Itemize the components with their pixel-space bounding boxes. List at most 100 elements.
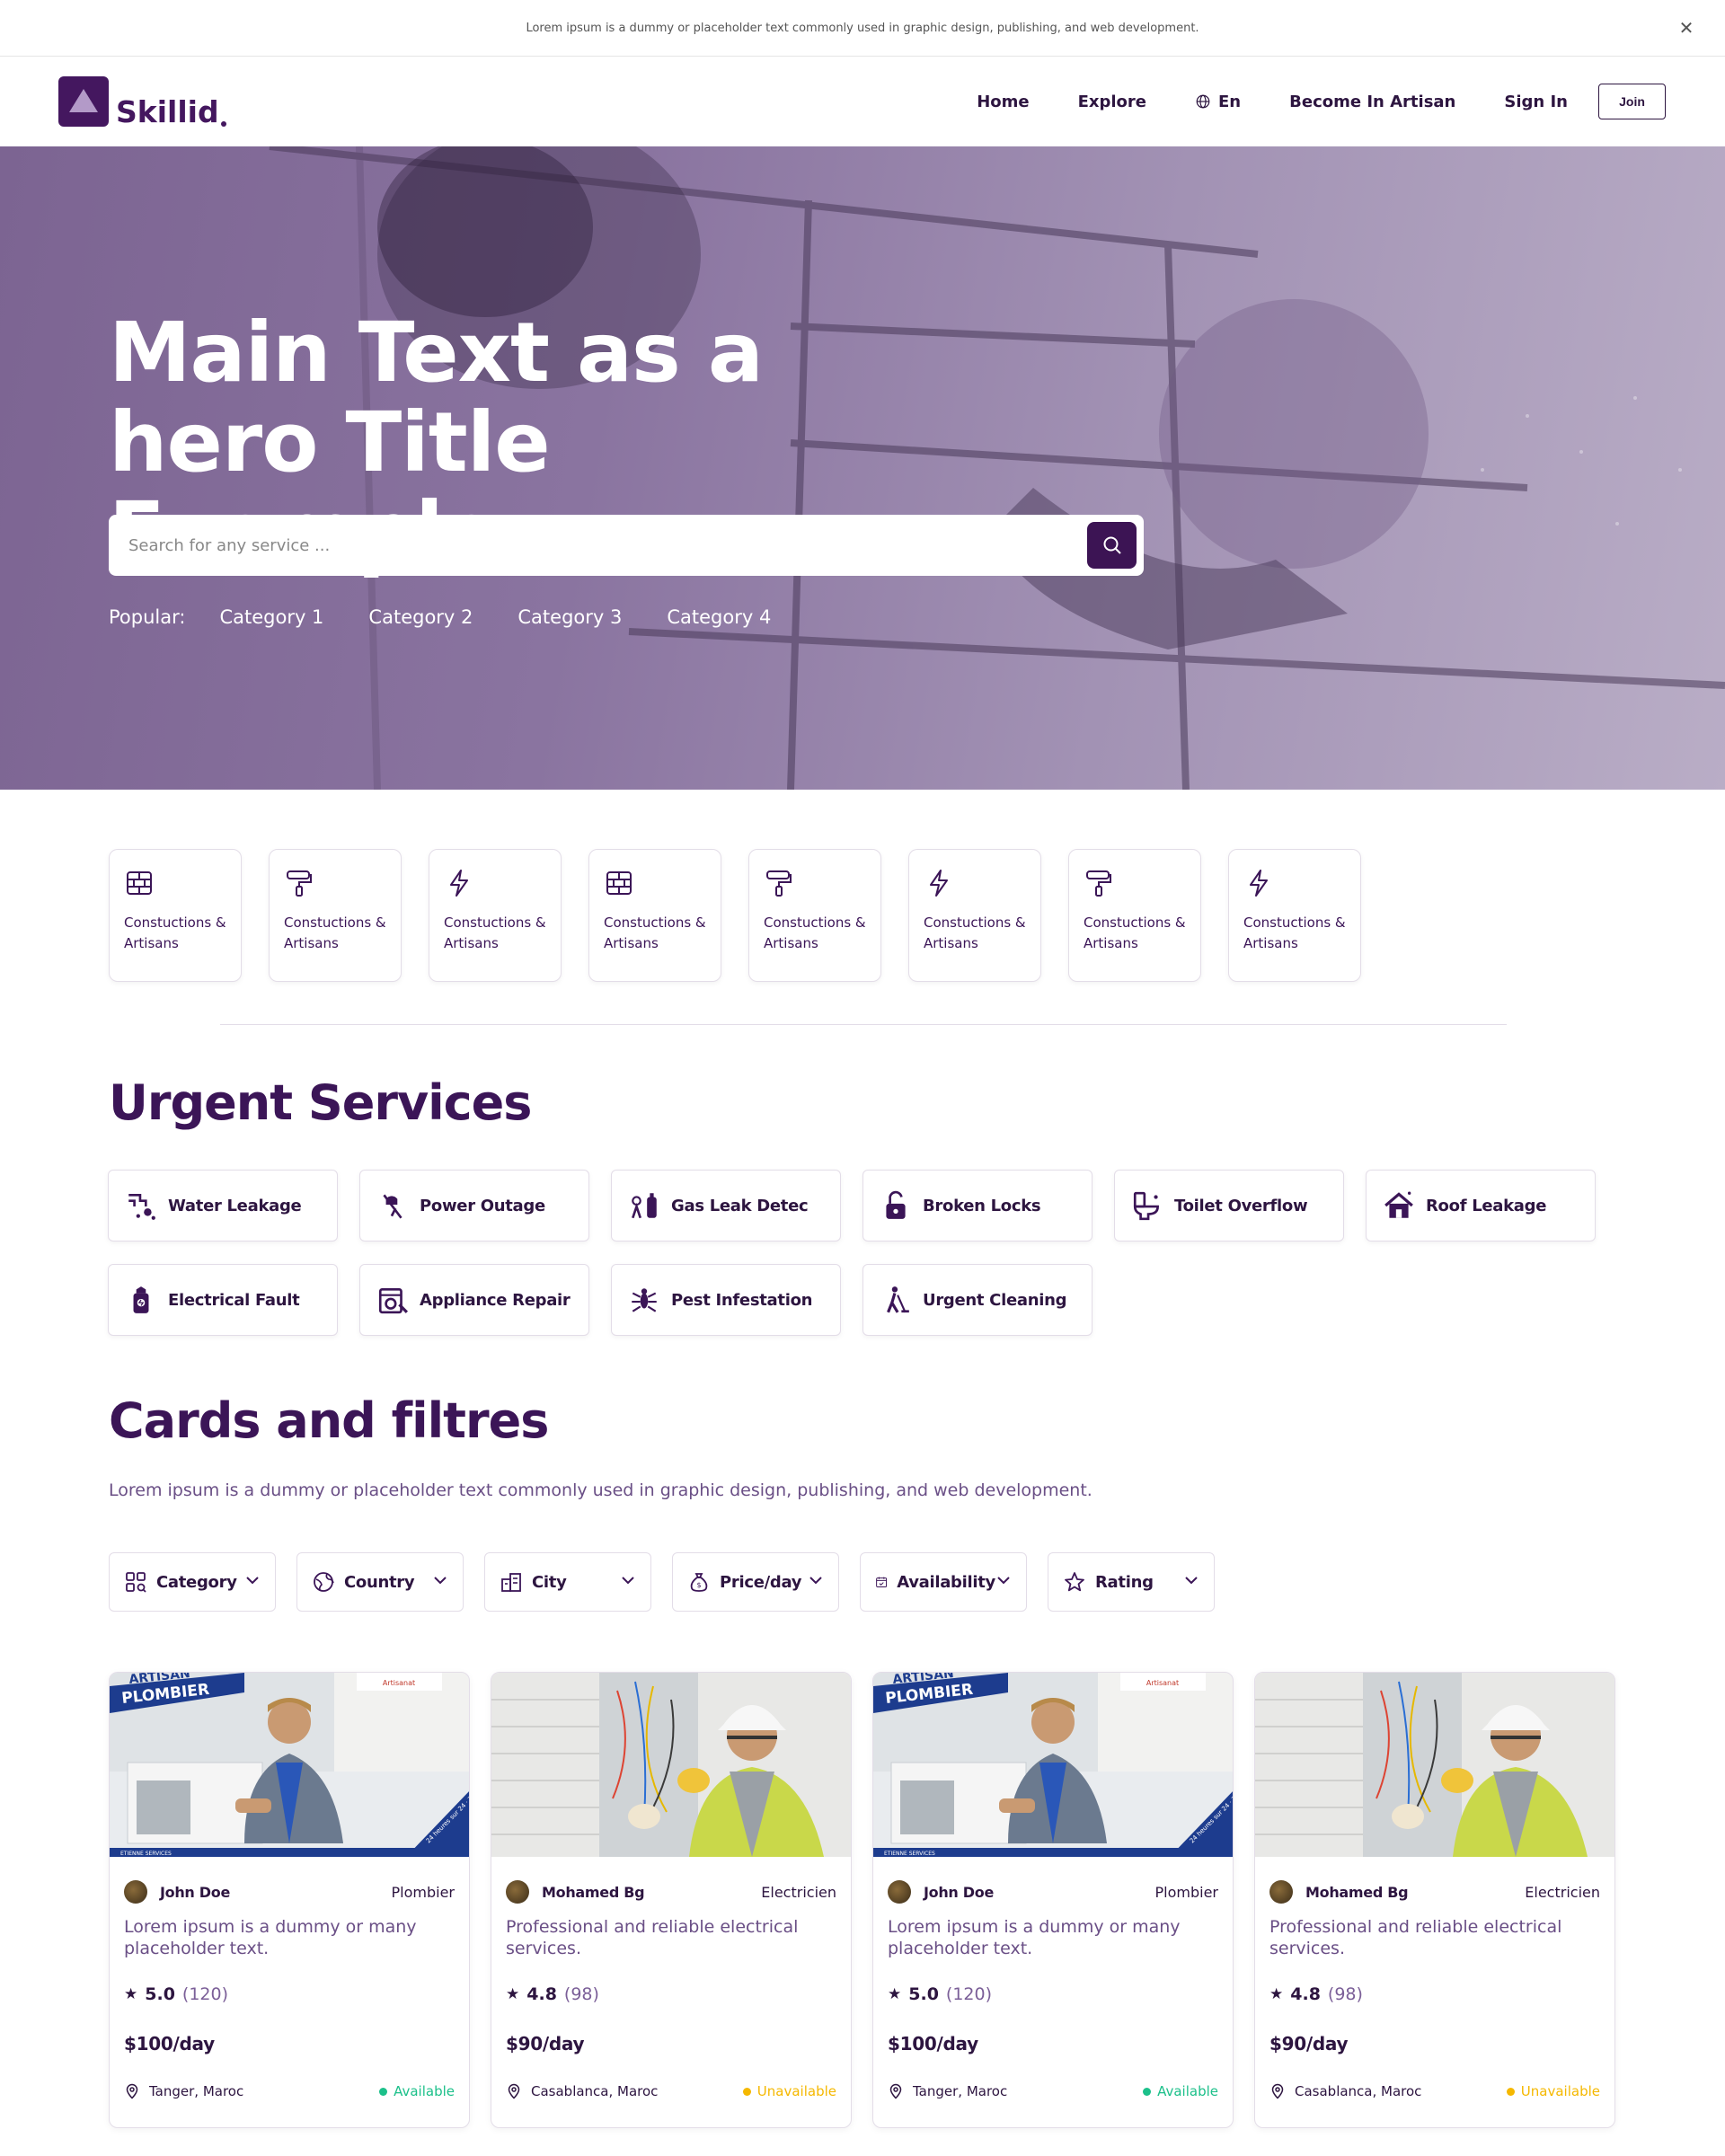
popular-category-link[interactable]: Category 2	[368, 606, 473, 628]
filters-bar: Category Country City $ Price/day Availabilit…	[109, 1552, 1235, 1612]
star-icon: ★	[1269, 1985, 1284, 2003]
gas-leak-icon	[632, 1193, 657, 1219]
filter-dropdown[interactable]: Country	[296, 1552, 464, 1612]
lightning-icon	[930, 870, 948, 897]
category-tile-label: Constuctions & Artisans	[124, 913, 226, 954]
urgent-service-label: Pest Infestation	[671, 1290, 813, 1310]
artisan-price: $100/day	[888, 2033, 978, 2054]
section-divider	[220, 1024, 1507, 1025]
artisan-card[interactable]: Mohamed Bg Electricien Professional and re…	[1254, 1672, 1615, 2128]
popular-category-link[interactable]: Category 3	[518, 606, 622, 628]
category-tile-label: Constuctions & Artisans	[284, 913, 386, 954]
category-tiles: Constuctions & Artisans Constuctions & Arti…	[109, 849, 1388, 982]
category-tile-label: Constuctions & Artisans	[604, 913, 706, 954]
urgent-service-button[interactable]: Electrical Fault	[108, 1264, 338, 1336]
card-header: John Doe Plombier	[888, 1880, 1218, 1904]
join-button[interactable]: Join	[1598, 84, 1666, 119]
chevron-down-icon	[808, 1572, 838, 1592]
artisan-photo	[1255, 1673, 1614, 1857]
money-bag-icon: $	[690, 1573, 708, 1592]
category-label-line1: Constuctions &	[1084, 915, 1186, 931]
artisan-description: Professional and reliable electrical ser…	[506, 1917, 799, 1958]
search-button[interactable]	[1087, 522, 1137, 569]
artisan-photo	[491, 1673, 851, 1857]
nav-home[interactable]: Home	[977, 93, 1029, 111]
language-selector[interactable]: En	[1195, 93, 1241, 111]
category-tile[interactable]: Constuctions & Artisans	[588, 849, 721, 982]
category-tile[interactable]: Constuctions & Artisans	[109, 849, 242, 982]
urgent-service-label: Broken Locks	[923, 1196, 1041, 1215]
popular-category-link[interactable]: Category 4	[667, 606, 771, 628]
chevron-down-icon	[620, 1572, 650, 1592]
urgent-service-button[interactable]: Broken Locks	[862, 1170, 1092, 1241]
category-label-line1: Constuctions &	[444, 915, 546, 931]
avatar	[1269, 1880, 1293, 1904]
artisan-name: John Doe	[160, 1883, 231, 1901]
cleaning-icon	[887, 1286, 909, 1313]
popular-categories: Popular: Category 1 Category 2 Category …	[109, 606, 816, 628]
artisan-photo: PLOMBIERARTISANArtisanat24 heures sur 24…	[110, 1673, 469, 1857]
filter-dropdown[interactable]: Category	[109, 1552, 276, 1612]
rating-score: 4.8	[1290, 1984, 1321, 2004]
urgent-service-button[interactable]: Toilet Overflow	[1114, 1170, 1344, 1241]
artisan-price: $90/day	[1269, 2033, 1349, 2054]
artisan-card[interactable]: PLOMBIERARTISANArtisanat24 heures sur 24…	[872, 1672, 1234, 2128]
artisan-cards: PLOMBIERARTISANArtisanat24 heures sur 24…	[109, 1672, 1636, 2128]
filter-dropdown[interactable]: $ Price/day	[672, 1552, 839, 1612]
cards-section-lead: Lorem ipsum is a dummy or placeholder te…	[109, 1480, 1092, 1500]
location-pin-icon	[889, 2083, 902, 2099]
urgent-service-button[interactable]: Water Leakage	[108, 1170, 338, 1241]
filter-dropdown[interactable]: Availability	[860, 1552, 1027, 1612]
search-input[interactable]	[109, 515, 1087, 576]
artisan-card[interactable]: PLOMBIERARTISANArtisanat24 heures sur 24…	[109, 1672, 470, 2128]
category-tile[interactable]: Constuctions & Artisans	[1068, 849, 1201, 982]
popular-label: Popular:	[109, 606, 186, 628]
status-dot	[1506, 2087, 1515, 2096]
filter-dropdown[interactable]: Rating	[1048, 1552, 1215, 1612]
urgent-service-button[interactable]: Urgent Cleaning	[862, 1264, 1092, 1336]
artisan-price: $100/day	[124, 2033, 215, 2054]
artisan-name: Mohamed Bg	[1305, 1883, 1409, 1901]
category-label-line2: Artisans	[284, 935, 339, 951]
category-tile[interactable]: Constuctions & Artisans	[269, 849, 402, 982]
category-tile[interactable]: Constuctions & Artisans	[748, 849, 881, 982]
urgent-service-label: Roof Leakage	[1426, 1196, 1547, 1215]
filter-label: Rating	[1095, 1572, 1154, 1592]
category-tile[interactable]: Constuctions & Artisans	[908, 849, 1041, 982]
star-icon: ★	[888, 1985, 902, 2003]
urgent-service-button[interactable]: Appliance Repair	[359, 1264, 589, 1336]
urgent-service-button[interactable]: Pest Infestation	[611, 1264, 841, 1336]
urgent-service-button[interactable]: Power Outage	[359, 1170, 589, 1241]
paint-roller-icon	[287, 870, 312, 897]
card-body: Mohamed Bg Electricien Professional and re…	[491, 1857, 851, 2127]
close-icon[interactable]: ✕	[1675, 16, 1698, 40]
search-icon	[1103, 536, 1121, 554]
card-footer: Casablanca, Maroc Unavailable	[506, 2083, 836, 2099]
nav-become-artisan[interactable]: Become In Artisan	[1289, 93, 1455, 111]
category-tile[interactable]: Constuctions & Artisans	[1228, 849, 1361, 982]
logo[interactable]: Skillid	[58, 76, 226, 127]
location-pin-icon	[508, 2083, 520, 2099]
nav-sign-in[interactable]: Sign In	[1504, 93, 1568, 111]
card-footer: Casablanca, Maroc Unavailable	[1269, 2083, 1600, 2099]
chevron-down-icon	[244, 1572, 275, 1592]
chevron-down-icon	[995, 1572, 1026, 1592]
status-badge: Available	[1143, 2083, 1218, 2099]
artisan-rating: ★ 4.8 (98)	[506, 1984, 599, 2004]
filter-label: City	[532, 1572, 567, 1592]
popular-category-link[interactable]: Category 1	[219, 606, 323, 628]
logo-mark-icon	[58, 76, 109, 127]
category-label-line2: Artisans	[924, 935, 978, 951]
category-label-line2: Artisans	[124, 935, 179, 951]
filter-label: Country	[344, 1572, 415, 1592]
category-label-line1: Constuctions &	[764, 915, 866, 931]
card-header: Mohamed Bg Electricien	[1269, 1880, 1600, 1904]
category-tile[interactable]: Constuctions & Artisans	[429, 849, 562, 982]
status-label: Available	[394, 2083, 455, 2099]
nav-explore[interactable]: Explore	[1078, 93, 1146, 111]
urgent-service-button[interactable]: Roof Leakage	[1366, 1170, 1596, 1241]
urgent-service-button[interactable]: Gas Leak Detec	[611, 1170, 841, 1241]
artisan-card[interactable]: Mohamed Bg Electricien Professional and re…	[491, 1672, 852, 2128]
filter-dropdown[interactable]: City	[484, 1552, 651, 1612]
artisan-price: $90/day	[506, 2033, 585, 2054]
